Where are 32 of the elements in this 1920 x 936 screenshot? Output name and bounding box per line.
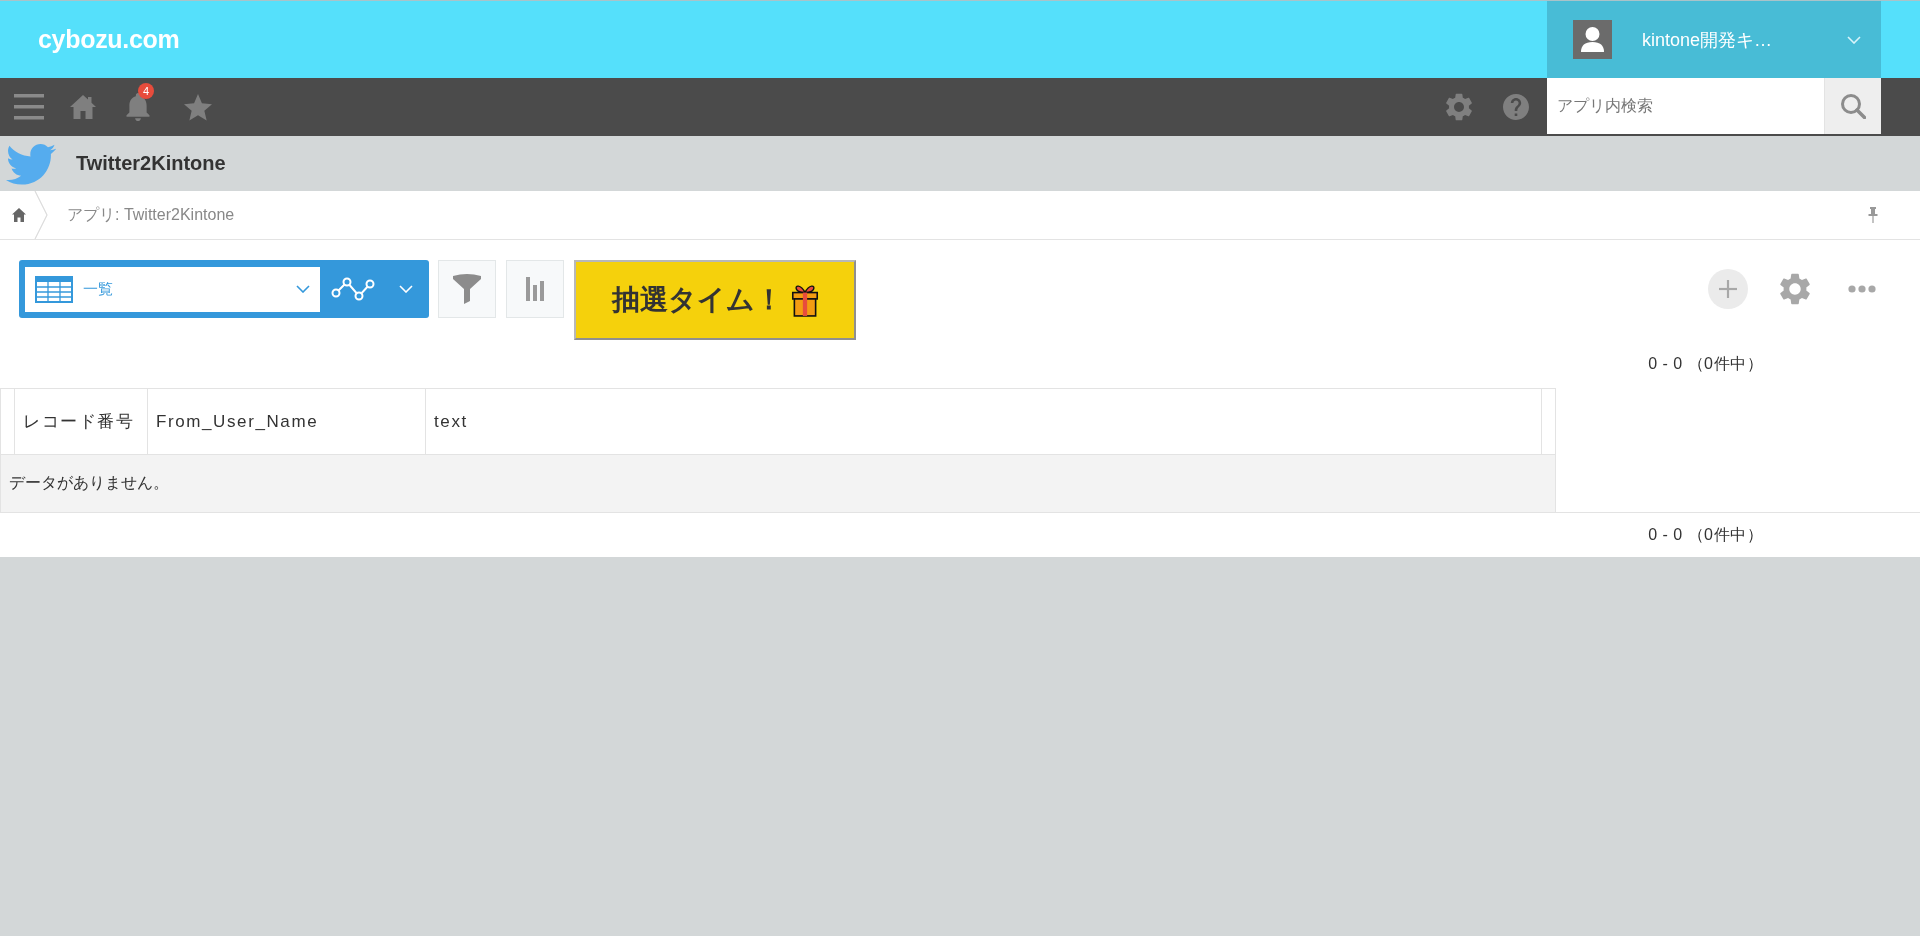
gift-icon <box>790 283 819 317</box>
chart-button[interactable] <box>506 260 564 318</box>
search-icon <box>1840 93 1866 119</box>
line-graph-icon <box>331 277 375 301</box>
bar-chart-icon <box>526 277 544 301</box>
filter-button[interactable] <box>438 260 496 318</box>
app-title: Twitter2Kintone <box>76 152 226 175</box>
breadcrumb-link[interactable]: アプリ: Twitter2Kintone <box>67 204 235 226</box>
table-icon <box>35 275 73 303</box>
add-icon[interactable] <box>1708 269 1748 309</box>
search-field[interactable]: アプリ内検索 <box>1547 78 1824 134</box>
chevron-down-icon <box>296 285 310 293</box>
menu-icon[interactable] <box>14 94 44 120</box>
settings-icon[interactable] <box>1780 273 1810 305</box>
more-icon[interactable] <box>1848 285 1876 293</box>
search-button[interactable] <box>1824 78 1881 134</box>
pin-icon[interactable] <box>1868 207 1878 223</box>
settings-icon[interactable] <box>1446 93 1472 121</box>
bell-icon[interactable] <box>126 93 150 121</box>
record-count: 0 - 0 （0件中） <box>1648 353 1763 374</box>
chevron-down-icon <box>399 285 413 293</box>
help-icon[interactable] <box>1503 94 1529 120</box>
star-icon[interactable] <box>184 93 212 121</box>
bird-icon <box>6 141 56 186</box>
lottery-button[interactable]: 抽選タイム！ <box>574 260 856 340</box>
funnel-icon <box>453 274 481 304</box>
notification-badge: 4 <box>138 83 154 99</box>
record-count: 0 - 0 （0件中） <box>1648 524 1763 545</box>
chevron-down-icon <box>1847 35 1861 44</box>
home-icon[interactable] <box>12 208 26 222</box>
empty-message: データがありません。 <box>1 454 1555 512</box>
avatar-icon <box>1573 20 1612 59</box>
